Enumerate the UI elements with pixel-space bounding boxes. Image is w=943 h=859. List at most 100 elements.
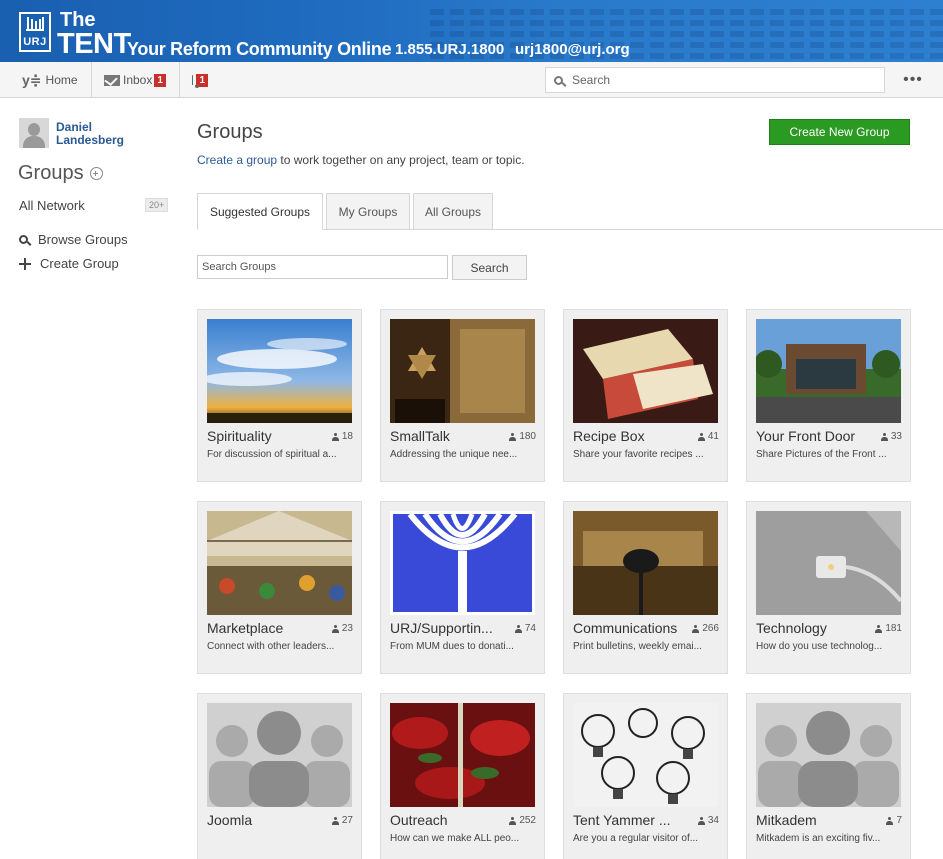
member-count-value: 33 (890, 431, 902, 442)
group-card[interactable]: Mitkadem 7 Mitkadem is an exciting fiv..… (746, 693, 911, 859)
inbox-badge: 1 (154, 73, 166, 87)
nav-inbox[interactable]: Inbox 1 (92, 62, 180, 98)
sidebar-title-label: Groups (18, 162, 84, 184)
sidebar-title: Groups (18, 162, 103, 185)
page-subtitle: Create a group to work together on any p… (197, 153, 525, 167)
group-image-sky-sunset (207, 319, 352, 423)
group-card[interactable]: Tent Yammer ... 34 Are you a regular vis… (563, 693, 728, 859)
group-name[interactable]: Spirituality (207, 428, 319, 444)
avatar[interactable] (19, 118, 49, 148)
network-count-badge: 20+ (145, 198, 169, 212)
group-card[interactable]: Spirituality 18 For discussion of spirit… (197, 309, 362, 482)
group-name[interactable]: URJ/Supportin... (390, 620, 502, 636)
member-count-value: 7 (896, 815, 902, 826)
member-count: 41 (697, 431, 719, 442)
tab-all-groups[interactable]: All Groups (413, 193, 493, 230)
group-name[interactable]: Communications (573, 620, 685, 636)
group-image-microphone-hall (573, 511, 718, 615)
group-image-people-placeholder (756, 703, 901, 807)
group-name[interactable]: Marketplace (207, 620, 319, 636)
search-groups-button[interactable]: Search (452, 255, 527, 280)
create-new-group-button[interactable]: Create New Group (769, 119, 910, 145)
site-banner: URJ The TENT Your Reform Community Onlin… (0, 0, 943, 62)
more-menu-button[interactable]: ••• (898, 62, 928, 98)
group-card[interactable]: Outreach 252 How can we make ALL peo... (380, 693, 545, 859)
group-description: Share your favorite recipes ... (573, 449, 704, 460)
member-count: 27 (331, 815, 353, 826)
member-count: 18 (331, 431, 353, 442)
group-image-market-hall (207, 511, 352, 615)
group-name[interactable]: SmallTalk (390, 428, 502, 444)
member-count-value: 41 (707, 431, 719, 442)
member-count-value: 27 (341, 815, 353, 826)
yammer-icon: y≑ (22, 71, 42, 88)
group-card[interactable]: URJ/Supportin... 74 From MUM dues to don… (380, 501, 545, 674)
group-card[interactable]: Technology 181 How do you use technolog.… (746, 501, 911, 674)
group-name[interactable]: Technology (756, 620, 868, 636)
browse-groups-label: Browse Groups (38, 232, 128, 247)
group-image-recipe-box (573, 319, 718, 423)
urj-logo[interactable]: URJ (19, 12, 51, 52)
nav-notifications[interactable]: 1 (180, 62, 220, 98)
nav-inbox-label: Inbox (123, 73, 153, 87)
member-count: 7 (886, 815, 902, 826)
group-name[interactable]: Tent Yammer ... (573, 812, 685, 828)
nav-home[interactable]: y≑ Home (10, 62, 92, 98)
plus-icon (19, 257, 31, 270)
page-title: Groups (197, 121, 263, 143)
group-name[interactable]: Mitkadem (756, 812, 868, 828)
group-image-laptop-cable (756, 511, 901, 615)
search-groups-input[interactable] (197, 255, 448, 279)
member-icon (697, 432, 705, 441)
group-description: From MUM dues to donati... (390, 641, 514, 652)
member-count: 181 (875, 623, 902, 634)
group-description: Mitkadem is an exciting fiv... (756, 833, 881, 844)
bell-icon (192, 75, 203, 88)
group-card[interactable]: SmallTalk 180 Addressing the unique nee.… (380, 309, 545, 482)
logo-text: URJ (23, 36, 47, 48)
global-search-input[interactable] (572, 73, 872, 87)
group-name[interactable]: Outreach (390, 812, 502, 828)
create-group-inline-link[interactable]: Create a group (197, 153, 277, 167)
add-circle-icon[interactable] (89, 167, 103, 180)
member-count-value: 180 (519, 431, 536, 442)
group-card[interactable]: Communications 266 Print bulletins, week… (563, 501, 728, 674)
brand-the: The (60, 9, 96, 31)
user-name-link[interactable]: Daniel Landesberg (56, 121, 156, 147)
group-name[interactable]: Recipe Box (573, 428, 685, 444)
member-count-value: 23 (341, 623, 353, 634)
group-name[interactable]: Joomla (207, 812, 319, 828)
group-image-light-bulbs (573, 703, 718, 807)
group-card[interactable]: Marketplace 23 Connect with other leader… (197, 501, 362, 674)
group-description: How do you use technolog... (756, 641, 883, 652)
tab-suggested-groups[interactable]: Suggested Groups (197, 193, 323, 230)
group-image-urj-menorah-logo (390, 511, 535, 615)
brand-tent: TENT (57, 28, 131, 60)
member-icon (509, 816, 517, 825)
member-icon (880, 432, 888, 441)
group-card[interactable]: Your Front Door 33 Share Pictures of the… (746, 309, 911, 482)
sidebar-item-all-network[interactable]: All Network (19, 198, 85, 213)
brand-tagline: Your Reform Community Online (127, 39, 392, 59)
member-icon (514, 624, 522, 633)
browse-groups-link[interactable]: Browse Groups (19, 232, 128, 247)
member-count-value: 181 (885, 623, 902, 634)
group-description: Connect with other leaders... (207, 641, 335, 652)
create-group-link[interactable]: Create Group (19, 256, 119, 271)
nav-home-label: Home (45, 73, 78, 87)
brand-email: urj1800@urj.org (515, 41, 630, 58)
member-count-value: 18 (341, 431, 353, 442)
group-card[interactable]: Joomla 27 (197, 693, 362, 859)
search-icon (554, 75, 563, 85)
group-card[interactable]: Recipe Box 41 Share your favorite recipe… (563, 309, 728, 482)
member-count: 33 (880, 431, 902, 442)
group-description: Are you a regular visitor of... (573, 833, 699, 844)
search-icon (19, 235, 28, 244)
group-description: Share Pictures of the Front ... (756, 449, 887, 460)
page-subtitle-text: to work together on any project, team or… (277, 153, 525, 167)
tab-my-groups[interactable]: My Groups (326, 193, 410, 230)
group-description: Print bulletins, weekly emai... (573, 641, 702, 652)
group-name[interactable]: Your Front Door (756, 428, 868, 444)
member-icon (697, 816, 705, 825)
group-description: How can we make ALL peo... (390, 833, 520, 844)
